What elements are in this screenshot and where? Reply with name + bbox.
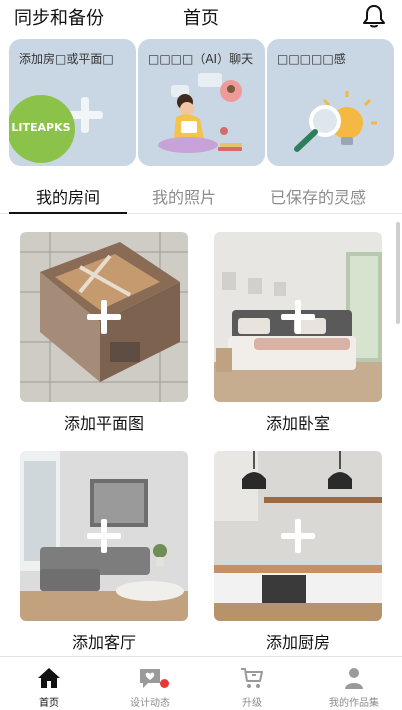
add-room-or-floorplan-card[interactable]: 添加房□或平面□ LITEAPKS [9, 39, 136, 166]
plus-icon [87, 300, 121, 334]
room-label: 添加卧室 [265, 414, 330, 433]
badge-text: LITEAPKS [11, 121, 71, 134]
nav-label: 首页 [39, 698, 59, 709]
ai-chat-illustration [158, 73, 242, 153]
nav-label: 设计动态 [130, 698, 170, 709]
tab-my-rooms[interactable]: 我的房间 [36, 184, 100, 208]
tab-saved-inspiration[interactable]: 已保存的灵感 [270, 184, 366, 208]
ai-chat-card[interactable]: □□□□（AI）聊天 [138, 39, 265, 166]
plus-icon [281, 519, 315, 553]
bell-icon[interactable] [360, 2, 388, 30]
feature-cards: 添加房□或平面□ LITEAPKS □□□□（AI）聊天 □□□□□感 [9, 39, 394, 166]
bottom-navigation: 首页 设计动态 升级 我的作品集 [0, 656, 402, 710]
inspiration-card[interactable]: □□□□□感 [267, 39, 394, 166]
tab-my-photos[interactable]: 我的照片 [152, 184, 216, 208]
feed-icon [140, 669, 160, 688]
home-icon [38, 668, 60, 688]
nav-home[interactable]: 首页 [9, 657, 89, 710]
room-label: 添加平面图 [63, 414, 144, 433]
notification-dot [160, 679, 169, 688]
active-tab-indicator [9, 212, 127, 214]
nav-label: 升级 [242, 698, 262, 709]
person-icon [345, 668, 363, 689]
plus-icon [281, 300, 315, 334]
room-label: 添加厨房 [265, 633, 330, 652]
liteapks-badge: LITEAPKS [9, 95, 75, 163]
cart-icon [241, 668, 263, 688]
scrollbar[interactable] [396, 222, 400, 324]
plus-icon [87, 519, 121, 553]
page-title: 首页 [183, 8, 219, 29]
nav-my-portfolio[interactable]: 我的作品集 [314, 657, 394, 710]
nav-label: 我的作品集 [329, 698, 379, 709]
card-label: 添加房□或平面□ [19, 52, 114, 66]
room-tabs: 我的房间 我的照片 已保存的灵感 [0, 178, 402, 214]
top-bar: 同步和备份 首页 [0, 0, 402, 34]
nav-upgrade[interactable]: 升级 [212, 657, 292, 710]
sync-backup-button[interactable]: 同步和备份 [14, 4, 104, 30]
magnifier-bulb-illustration [294, 91, 377, 152]
room-label: 添加客厅 [71, 633, 136, 652]
nav-design-feed[interactable]: 设计动态 [110, 657, 190, 710]
